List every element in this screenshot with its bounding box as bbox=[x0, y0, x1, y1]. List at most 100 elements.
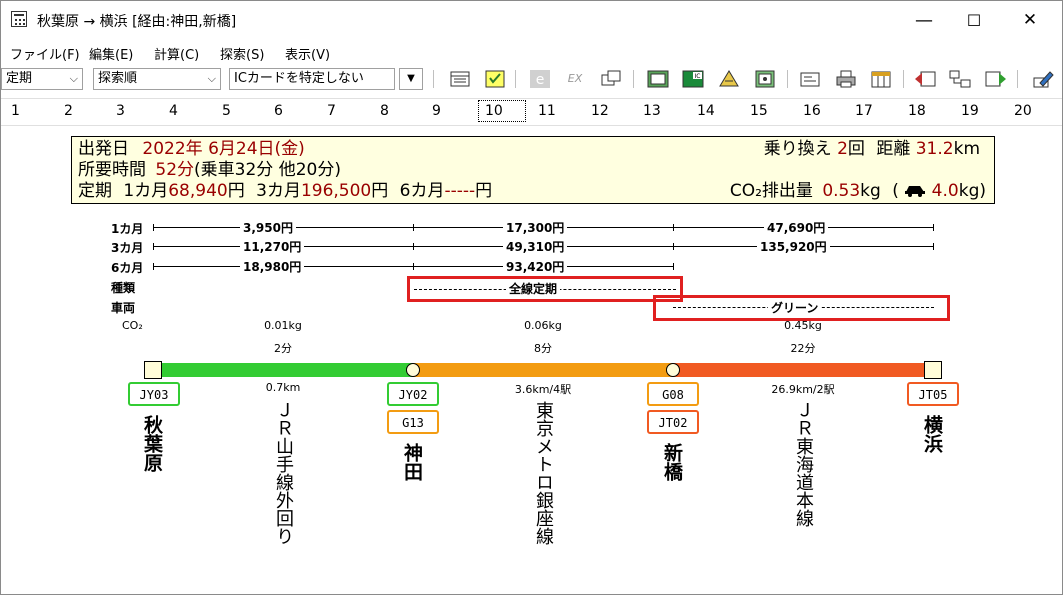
section-3-distance: 26.9km/2駅 bbox=[771, 383, 835, 396]
pass-6m-label: 6カ月 bbox=[399, 181, 445, 201]
calendar-icon[interactable] bbox=[869, 68, 893, 90]
route-tab-3[interactable]: 3 bbox=[106, 99, 158, 123]
tick bbox=[153, 263, 154, 270]
transfer-label: 乗り換え bbox=[763, 139, 832, 159]
next-route-icon[interactable] bbox=[984, 68, 1008, 90]
toolbar-separator bbox=[633, 70, 634, 88]
route-tab-15[interactable]: 15 bbox=[740, 99, 792, 123]
distance-label: 距離 bbox=[876, 139, 911, 159]
maximize-button[interactable]: ☐ bbox=[951, 1, 997, 39]
yen-unit: 円 bbox=[475, 181, 493, 201]
fare-1m-section-3: 47,690円 bbox=[764, 219, 829, 236]
minimize-button[interactable]: — bbox=[901, 1, 947, 39]
route-tab-14[interactable]: 14 bbox=[687, 99, 739, 123]
fare-calc-icon[interactable] bbox=[483, 68, 507, 90]
menu-view[interactable]: 表示(V) bbox=[285, 44, 330, 63]
ic-card-icon[interactable]: IC bbox=[681, 68, 705, 90]
distance-value: 31.2 bbox=[915, 139, 954, 159]
menu-file[interactable]: ファイル(F) bbox=[10, 44, 80, 63]
section-1-co2: 0.01kg bbox=[264, 319, 302, 332]
station-marker-akihabara[interactable] bbox=[144, 361, 162, 379]
toolbar-separator bbox=[787, 70, 788, 88]
yen-unit: 円 bbox=[227, 181, 245, 201]
menu-edit[interactable]: 編集(E) bbox=[89, 44, 133, 63]
car-value: グリーン bbox=[768, 299, 822, 316]
tick bbox=[153, 243, 154, 250]
tick bbox=[933, 224, 934, 231]
tickets-icon[interactable] bbox=[717, 68, 741, 90]
route-tab-6[interactable]: 6 bbox=[264, 99, 316, 123]
route-tab-7[interactable]: 7 bbox=[317, 99, 369, 123]
route-tab-10[interactable]: 10 bbox=[478, 100, 526, 122]
fare-3m-section-3: 135,920円 bbox=[757, 238, 830, 255]
co2-label: CO₂排出量 bbox=[729, 181, 813, 201]
menu-bar: ファイル(F) 編集(E) 計算(C) 探索(S) 表示(V) bbox=[1, 41, 1062, 63]
route-tab-13[interactable]: 13 bbox=[633, 99, 685, 123]
route-tab-5[interactable]: 5 bbox=[212, 99, 264, 123]
route-tabs: 1 2 3 4 5 6 7 8 9 10 11 12 13 14 15 16 17 18 19 20 bbox=[1, 98, 1062, 126]
memo-icon[interactable] bbox=[798, 68, 822, 90]
route-tab-17[interactable]: 17 bbox=[845, 99, 897, 123]
route-tab-20[interactable]: 20 bbox=[1004, 99, 1056, 123]
ticket-type-value: 定期 bbox=[6, 71, 33, 86]
svg-text:IC: IC bbox=[695, 73, 701, 80]
route-map-icon[interactable] bbox=[646, 68, 670, 90]
pass-1m-label: 1カ月 bbox=[123, 181, 169, 201]
route-tree-icon[interactable] bbox=[948, 68, 972, 90]
ticket-type-select[interactable]: 定期 ⌵ bbox=[1, 68, 83, 90]
station-marker-yokohama[interactable] bbox=[924, 361, 942, 379]
diagram-icon[interactable] bbox=[753, 68, 777, 90]
route-tab-4[interactable]: 4 bbox=[159, 99, 211, 123]
route-tab-1[interactable]: 1 bbox=[1, 99, 53, 123]
section-1-distance: 0.7km bbox=[265, 381, 301, 394]
toolbar: 定期 ⌵ 探索順 ⌵ ICカードを特定しない ▼ e EX IC bbox=[1, 65, 1062, 95]
route-tab-2[interactable]: 2 bbox=[54, 99, 106, 123]
kind-value: 全線定期 bbox=[506, 280, 561, 297]
toolbar-separator bbox=[903, 70, 904, 88]
route-tab-9[interactable]: 9 bbox=[422, 99, 474, 123]
sort-order-select[interactable]: 探索順 ⌵ bbox=[93, 68, 221, 90]
route-tab-18[interactable]: 18 bbox=[898, 99, 950, 123]
pass-1m-value: 68,940 bbox=[168, 181, 228, 201]
tick bbox=[413, 224, 414, 231]
section-3-time: 22分 bbox=[790, 342, 816, 355]
route-tab-12[interactable]: 12 bbox=[581, 99, 633, 123]
edit-pen-icon[interactable] bbox=[1031, 68, 1055, 90]
depart-label: 出発日 bbox=[78, 139, 129, 159]
chevron-down-icon: ⌵ bbox=[69, 72, 78, 85]
svg-text:e: e bbox=[536, 72, 545, 88]
menu-search[interactable]: 探索(S) bbox=[220, 44, 264, 63]
line-name-section-3: ＪＲ東海道本線 bbox=[793, 401, 814, 527]
tick bbox=[413, 243, 414, 250]
tick bbox=[673, 243, 674, 250]
route-tab-19[interactable]: 19 bbox=[951, 99, 1003, 123]
station-marker-shimbashi[interactable] bbox=[666, 363, 680, 377]
station-name-yokohama: 横浜 bbox=[921, 415, 943, 453]
menu-calc[interactable]: 計算(C) bbox=[154, 44, 199, 63]
station-marker-kanda[interactable] bbox=[406, 363, 420, 377]
station-code: JT05 bbox=[907, 382, 959, 406]
co2-car-value: 4.0 bbox=[931, 181, 959, 201]
route-tab-16[interactable]: 16 bbox=[793, 99, 845, 123]
previous-route-icon[interactable] bbox=[913, 68, 937, 90]
ic-card-dropdown-button[interactable]: ▼ bbox=[399, 68, 423, 90]
co2-value: 0.53 bbox=[822, 181, 861, 201]
station-code: JY03 bbox=[128, 382, 180, 406]
ic-card-select[interactable]: ICカードを特定しない bbox=[229, 68, 395, 90]
print-icon[interactable] bbox=[834, 68, 858, 90]
window-switch-icon[interactable] bbox=[599, 68, 623, 90]
close-button[interactable]: ✕ bbox=[1007, 1, 1053, 39]
station-name-kanda: 神田 bbox=[401, 443, 423, 481]
station-code: JT02 bbox=[647, 410, 699, 434]
transfer-unit: 回 bbox=[847, 139, 865, 159]
route-tab-8[interactable]: 8 bbox=[370, 99, 422, 123]
label-kind: 種類 bbox=[111, 281, 136, 295]
timetable-icon[interactable] bbox=[448, 68, 472, 90]
ex-disabled-icon: EX bbox=[567, 72, 583, 85]
pass-3m-label: 3カ月 bbox=[256, 181, 301, 201]
route-tab-11[interactable]: 11 bbox=[528, 99, 580, 123]
depart-date: 2022年 6月24日(金) bbox=[142, 139, 305, 159]
e-disabled-icon: e bbox=[528, 68, 552, 90]
pass-6m-value: ----- bbox=[444, 181, 476, 201]
sort-order-value: 探索順 bbox=[98, 71, 138, 86]
